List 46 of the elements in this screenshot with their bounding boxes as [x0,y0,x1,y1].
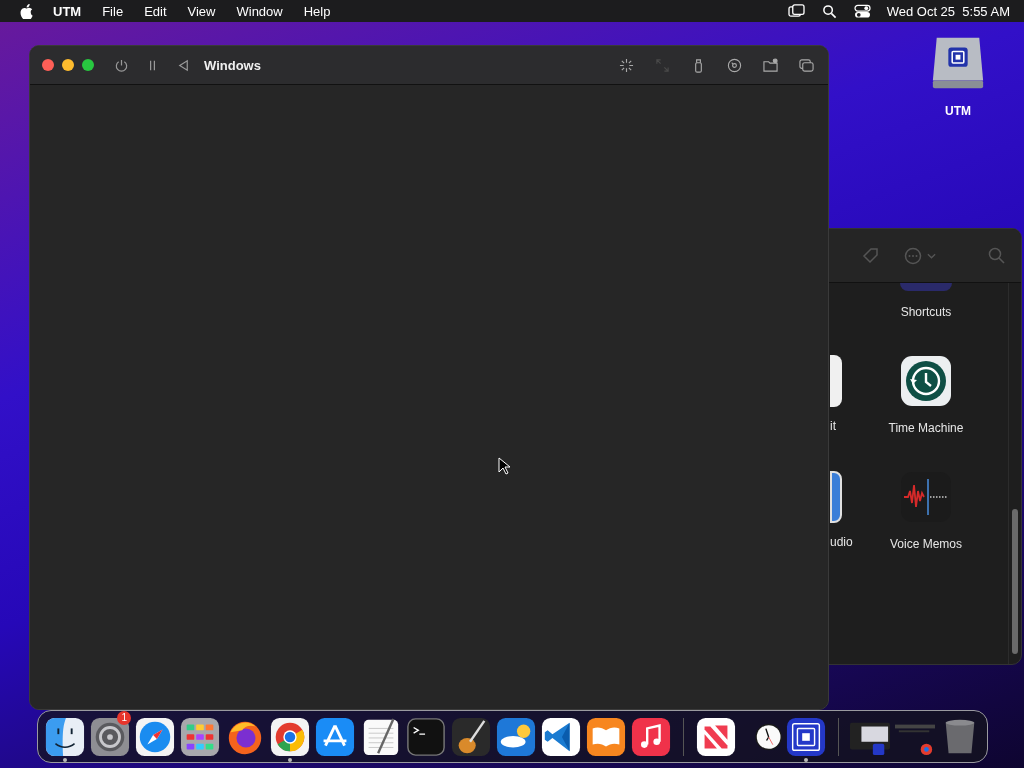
notification-badge: 1 [117,711,132,725]
chevron-icon [927,252,936,259]
menu-item[interactable]: File [102,3,124,19]
window-title: Windows [204,57,261,73]
terminal-icon[interactable] [405,716,446,757]
menu-item[interactable]: View [187,3,216,19]
control-center-icon[interactable] [853,3,871,19]
smiling-face-icon[interactable] [44,716,85,757]
news-icon[interactable] [695,716,736,757]
music-note-icon[interactable] [631,716,672,757]
nested-squares-icon[interactable] [785,716,826,757]
app-icon[interactable] [830,471,842,523]
guitar-icon[interactable] [450,716,491,757]
windows-stack-icon[interactable] [799,57,814,73]
compass-icon[interactable] [134,716,175,757]
disc-icon[interactable] [727,57,742,73]
apple-logo-icon[interactable] [20,3,33,19]
screen-mirroring-icon[interactable] [787,3,805,19]
desktop-icon-label[interactable]: UTM [945,104,971,118]
menu-item[interactable]: Help [303,3,331,19]
app-label[interactable]: Voice Memos [890,537,962,551]
app-label[interactable]: Time Machine [888,421,964,435]
back-triangle-icon[interactable] [176,57,191,73]
book-icon[interactable] [586,716,627,757]
ellipsis-icon [903,245,923,266]
app-label[interactable]: it [830,419,836,433]
app-label[interactable]: Shortcuts [900,305,952,319]
menu-app-name[interactable]: UTM [53,3,82,19]
code-editor-icon[interactable] [541,716,582,757]
menu-clock[interactable]: Wed Oct 25 5:55 AM [886,3,1010,19]
menu-item[interactable]: Window [236,3,283,19]
power-icon[interactable] [114,57,129,73]
weather-icon[interactable] [495,716,536,757]
sparkle-icon[interactable] [619,57,634,73]
scrollbar-thumb[interactable] [1012,509,1018,654]
close-button[interactable] [42,59,54,71]
cursor-icon [498,457,510,475]
zoom-button[interactable] [82,59,94,71]
search-icon[interactable] [820,3,838,19]
app-label[interactable]: udio [830,535,853,549]
folder-icon[interactable] [763,57,778,73]
minimize-button[interactable] [62,59,74,71]
app-icon[interactable] [830,355,842,407]
app-grid-icon[interactable] [180,716,220,757]
menu-item[interactable]: Edit [144,3,167,19]
app-store-icon[interactable] [315,716,356,757]
